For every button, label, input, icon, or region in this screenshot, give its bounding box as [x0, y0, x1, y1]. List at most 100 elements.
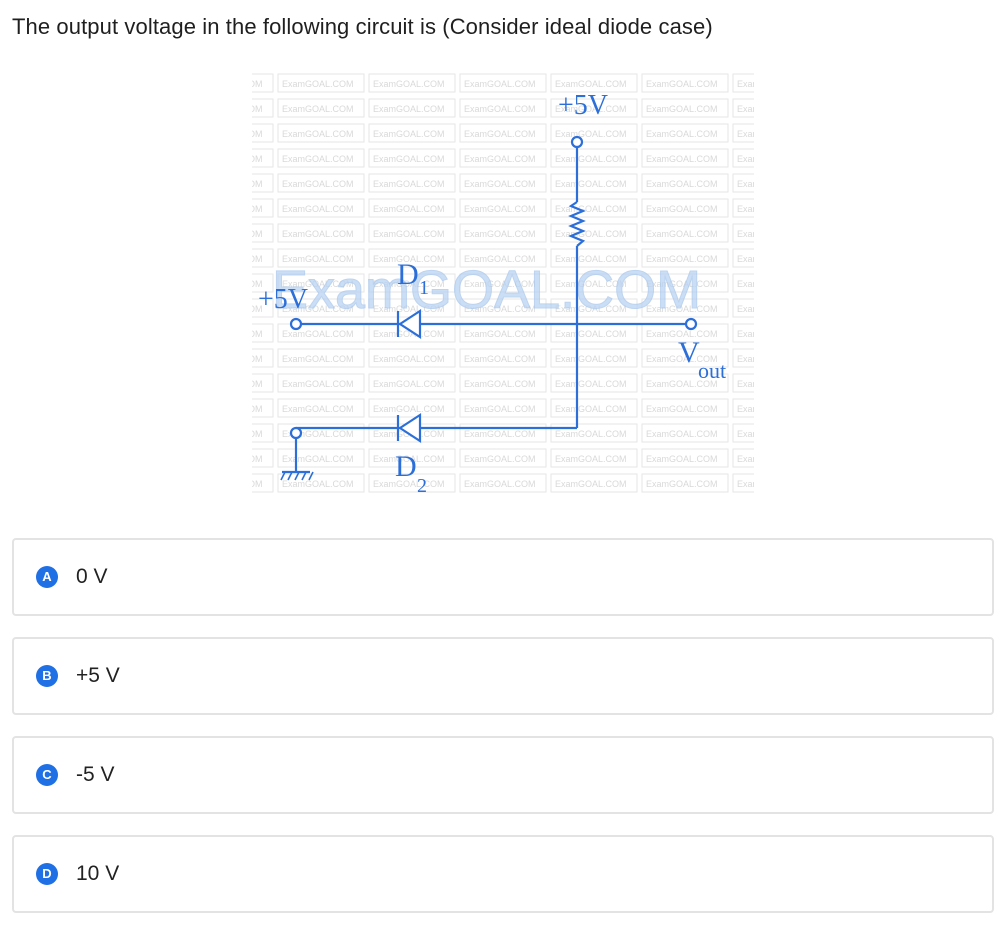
- watermark-tile-text: ExamGOAL.COM: [737, 329, 754, 339]
- watermark-tile-text: ExamGOAL.COM: [464, 154, 536, 164]
- watermark-tile-text: ExamGOAL.COM: [282, 129, 354, 139]
- watermark-tile-text: ExamGOAL.COM: [282, 454, 354, 464]
- option-b-badge: B: [36, 665, 58, 687]
- watermark-tile-text: ExamGOAL.COM: [555, 79, 627, 89]
- vout-subscript: out: [698, 358, 726, 383]
- watermark-tile-text: ExamGOAL.COM: [737, 404, 754, 414]
- question-text: The output voltage in the following circ…: [12, 14, 713, 39]
- watermark-tile-text: ExamGOAL.COM: [646, 429, 718, 439]
- watermark-tile-text: ExamGOAL.COM: [252, 129, 263, 139]
- watermark-tile-text: ExamGOAL.COM: [737, 179, 754, 189]
- watermark-tile-text: ExamGOAL.COM: [464, 454, 536, 464]
- watermark-tile-text: ExamGOAL.COM: [252, 204, 263, 214]
- watermark-tile-text: ExamGOAL.COM: [555, 354, 627, 364]
- circuit-figure: ExamGOAL.COM ExamGOAL.COM ExamGOAL.COM Exam…: [252, 72, 754, 504]
- watermark-tile-text: ExamGOAL.COM: [252, 229, 263, 239]
- watermark-tile-text: ExamGOAL.COM: [252, 354, 263, 364]
- watermark-tile-text: ExamGOAL.COM: [464, 379, 536, 389]
- watermark-tile-text: ExamGOAL.COM: [252, 254, 263, 264]
- watermark-tile-text: ExamGOAL.COM: [282, 329, 354, 339]
- watermark-tile-text: ExamGOAL.COM: [555, 154, 627, 164]
- watermark-tile-text: ExamGOAL.COM: [282, 479, 354, 489]
- watermark-tile-text: ExamGOAL.COM: [373, 129, 445, 139]
- left-terminal: [289, 317, 303, 331]
- watermark-tile-text: ExamGOAL.COM: [464, 354, 536, 364]
- output-terminal: [684, 317, 698, 331]
- watermark-tile-text: ExamGOAL.COM: [646, 129, 718, 139]
- watermark-tile-text: ExamGOAL.COM: [252, 404, 263, 414]
- watermark-tile-text: ExamGOAL.COM: [252, 79, 263, 89]
- watermark-tile-text: ExamGOAL.COM: [252, 179, 263, 189]
- top-supply-label: +5V: [558, 90, 608, 121]
- option-b-text: +5 V: [76, 664, 120, 687]
- left-supply-label: +5V: [258, 284, 308, 315]
- watermark-tile-text: ExamGOAL.COM: [737, 379, 754, 389]
- option-c[interactable]: C -5 V: [12, 736, 994, 814]
- d1-label: D: [397, 258, 419, 291]
- watermark-tile-text: ExamGOAL.COM: [252, 104, 263, 114]
- watermark-tile-text: ExamGOAL.COM: [737, 154, 754, 164]
- watermark-tile-text: ExamGOAL.COM: [646, 479, 718, 489]
- watermark-tile-text: ExamGOAL.COM: [373, 229, 445, 239]
- watermark-tile-text: ExamGOAL.COM: [555, 429, 627, 439]
- option-d-text: 10 V: [76, 862, 120, 885]
- watermark-tile-text: ExamGOAL.COM: [555, 404, 627, 414]
- watermark-tile-text: ExamGOAL.COM: [737, 229, 754, 239]
- watermark-tile-text: ExamGOAL.COM: [282, 404, 354, 414]
- watermark-tile-text: ExamGOAL.COM: [282, 379, 354, 389]
- option-c-badge: C: [36, 764, 58, 786]
- watermark-tile-text: ExamGOAL.COM: [737, 79, 754, 89]
- watermark-tile-text: ExamGOAL.COM: [373, 104, 445, 114]
- watermark-tile-text: ExamGOAL.COM: [737, 129, 754, 139]
- watermark-tile-text: ExamGOAL.COM: [737, 454, 754, 464]
- watermark-tile-text: ExamGOAL.COM: [464, 404, 536, 414]
- top-terminal: [570, 135, 584, 149]
- watermark-tile-text: ExamGOAL.COM: [737, 479, 754, 489]
- watermark-tile-text: ExamGOAL.COM: [282, 79, 354, 89]
- watermark-tile-text: ExamGOAL.COM: [737, 254, 754, 264]
- watermark-tile-text: ExamGOAL.COM: [555, 379, 627, 389]
- watermark-tile-text: ExamGOAL.COM: [252, 454, 263, 464]
- option-d[interactable]: D 10 V: [12, 835, 994, 913]
- watermark-tile-text: ExamGOAL.COM: [252, 329, 263, 339]
- watermark-tile-text: ExamGOAL.COM: [464, 104, 536, 114]
- watermark-tile-text: ExamGOAL.COM: [555, 179, 627, 189]
- watermark-tile-text: ExamGOAL.COM: [555, 204, 627, 214]
- watermark-tile-text: ExamGOAL.COM: [646, 179, 718, 189]
- watermark-tile-text: ExamGOAL.COM: [646, 204, 718, 214]
- watermark-tile-text: ExamGOAL.COM: [373, 204, 445, 214]
- big-watermark: ExamGOAL.COM: [272, 260, 701, 320]
- option-c-text: -5 V: [76, 763, 115, 786]
- watermark-tile-text: ExamGOAL.COM: [252, 154, 263, 164]
- watermark-tile-text: ExamGOAL.COM: [737, 204, 754, 214]
- watermark-tile-text: ExamGOAL.COM: [373, 354, 445, 364]
- watermark-tile-text: ExamGOAL.COM: [555, 229, 627, 239]
- watermark-tile-text: ExamGOAL.COM: [646, 454, 718, 464]
- watermark-tile-text: ExamGOAL.COM: [282, 354, 354, 364]
- watermark-tile-text: ExamGOAL.COM: [373, 154, 445, 164]
- watermark-tile-text: ExamGOAL.COM: [646, 79, 718, 89]
- watermark-tile-text: ExamGOAL.COM: [737, 354, 754, 364]
- watermark-tile-text: ExamGOAL.COM: [373, 79, 445, 89]
- watermark-tile-text: ExamGOAL.COM: [737, 304, 754, 314]
- watermark-tile-text: ExamGOAL.COM: [282, 154, 354, 164]
- watermark-tile-text: ExamGOAL.COM: [373, 179, 445, 189]
- watermark-tile-text: ExamGOAL.COM: [737, 429, 754, 439]
- option-a-badge: A: [36, 566, 58, 588]
- watermark-tile-text: ExamGOAL.COM: [464, 329, 536, 339]
- watermark-tile-text: ExamGOAL.COM: [737, 279, 754, 289]
- option-a-text: 0 V: [76, 565, 108, 588]
- watermark-tile-text: ExamGOAL.COM: [464, 79, 536, 89]
- d1-subscript: 1: [419, 277, 429, 299]
- watermark-tile-text: ExamGOAL.COM: [282, 204, 354, 214]
- watermark-tile-text: ExamGOAL.COM: [373, 379, 445, 389]
- watermark-tile-text: ExamGOAL.COM: [646, 404, 718, 414]
- option-b[interactable]: B +5 V: [12, 637, 994, 715]
- d2-subscript: 2: [417, 475, 427, 497]
- option-a[interactable]: A 0 V: [12, 538, 994, 616]
- watermark-tile-text: ExamGOAL.COM: [555, 479, 627, 489]
- watermark-tile-text: ExamGOAL.COM: [464, 179, 536, 189]
- ground-terminal: [289, 426, 303, 440]
- watermark-tile-text: ExamGOAL.COM: [464, 479, 536, 489]
- watermark-tile-text: ExamGOAL.COM: [646, 104, 718, 114]
